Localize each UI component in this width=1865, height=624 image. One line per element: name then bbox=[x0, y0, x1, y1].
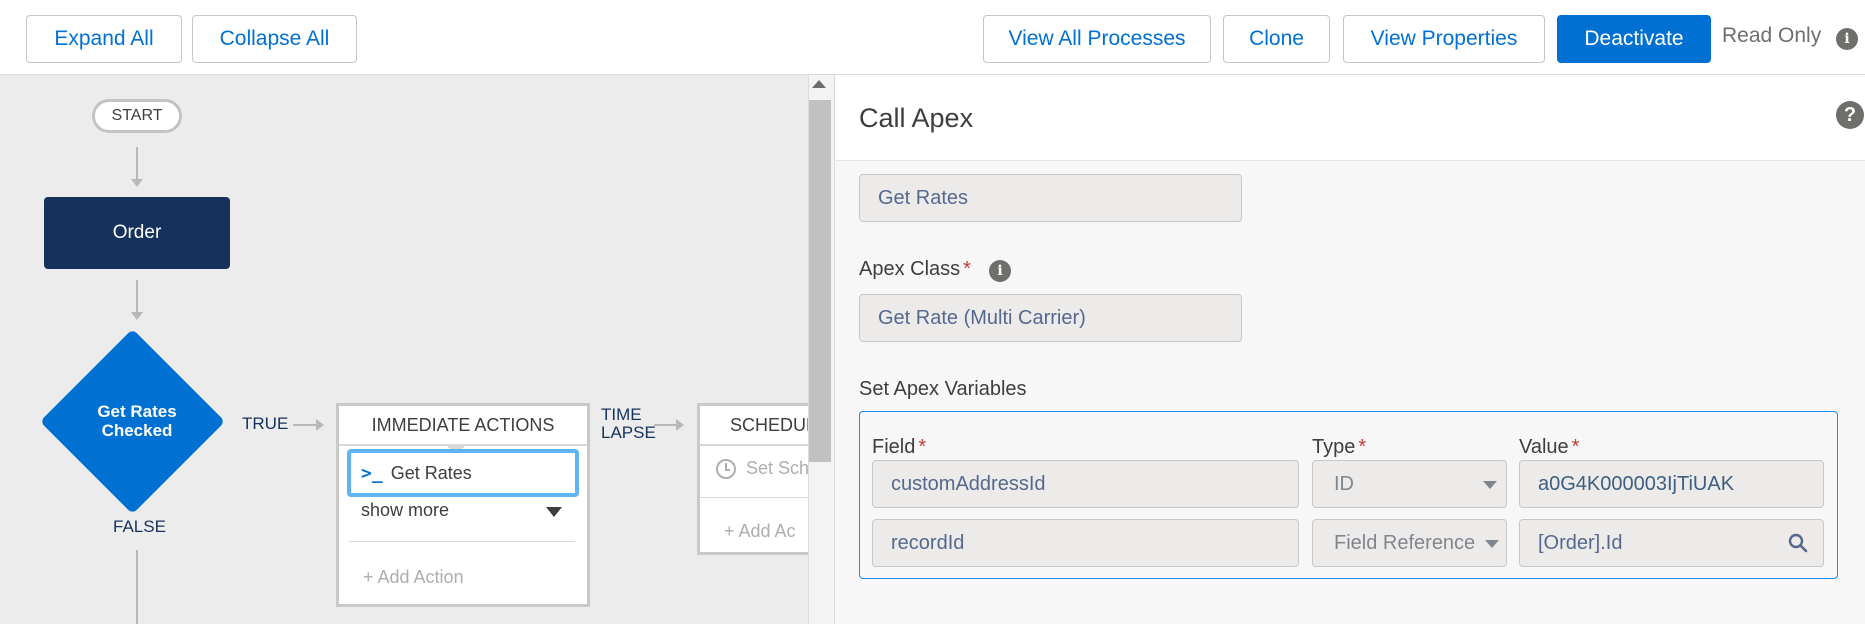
field-column-header: Field * bbox=[872, 436, 927, 458]
info-icon[interactable]: i bbox=[989, 260, 1011, 282]
help-icon[interactable]: ? bbox=[1836, 101, 1864, 129]
connector bbox=[293, 424, 318, 426]
action-set-schedule[interactable]: Set Sch bbox=[716, 458, 808, 479]
chevron-down-icon bbox=[1483, 481, 1497, 489]
expand-all-button[interactable]: Expand All bbox=[26, 15, 182, 63]
process-canvas[interactable]: START Order Get Rates Checked TRUE FALSE… bbox=[0, 75, 808, 624]
scheduled-actions-header: SCHEDUL bbox=[700, 406, 808, 446]
read-only-label: Read Only bbox=[1722, 24, 1822, 47]
add-action-link[interactable]: + Add Ac bbox=[724, 521, 796, 542]
deactivate-button[interactable]: Deactivate bbox=[1557, 15, 1711, 63]
show-more-link[interactable]: show more bbox=[361, 500, 449, 521]
type-select[interactable]: Field Reference bbox=[1312, 519, 1507, 567]
type-column-header: Type * bbox=[1312, 436, 1367, 458]
chevron-down-icon[interactable] bbox=[546, 507, 562, 517]
connector bbox=[136, 550, 138, 624]
connector bbox=[136, 280, 138, 314]
immediate-actions-header: IMMEDIATE ACTIONS bbox=[339, 406, 587, 446]
connector bbox=[654, 424, 678, 426]
toolbar: Expand All Collapse All View All Process… bbox=[0, 0, 1865, 75]
field-input[interactable]: customAddressId bbox=[872, 460, 1299, 508]
arrow-right-icon bbox=[316, 419, 324, 431]
view-properties-button[interactable]: View Properties bbox=[1343, 15, 1545, 63]
immediate-actions-group: IMMEDIATE ACTIONS >_ Get Rates show more… bbox=[336, 403, 590, 607]
add-action-link[interactable]: + Add Action bbox=[363, 567, 464, 588]
field-input[interactable]: recordId bbox=[872, 519, 1299, 567]
panel-header: Call Apex ? bbox=[835, 75, 1865, 161]
arrow-right-icon bbox=[676, 419, 684, 431]
view-all-processes-button[interactable]: View All Processes bbox=[983, 15, 1211, 63]
apex-variables-table: Field * Type * Value * customAddressId ID a… bbox=[859, 411, 1838, 579]
divider bbox=[700, 497, 808, 498]
time-lapse-label: TIME LAPSE bbox=[601, 405, 656, 442]
clock-icon bbox=[716, 458, 736, 479]
call-apex-panel: Call Apex ? Get Rates Apex Class * i Get … bbox=[834, 75, 1865, 624]
panel-title: Call Apex bbox=[859, 103, 974, 133]
start-node: START bbox=[92, 99, 182, 133]
apex-class-field[interactable]: Get Rate (Multi Carrier) bbox=[859, 294, 1242, 342]
divider bbox=[349, 541, 575, 542]
decision-label: Get Rates Checked bbox=[97, 402, 177, 440]
chevron-down-icon bbox=[1485, 540, 1499, 548]
type-select[interactable]: ID bbox=[1312, 460, 1507, 508]
clone-button[interactable]: Clone bbox=[1223, 15, 1330, 63]
arrow-down-icon bbox=[131, 179, 143, 187]
search-icon[interactable] bbox=[1788, 533, 1808, 553]
scrollbar-thumb[interactable] bbox=[809, 100, 831, 462]
scroll-up-icon[interactable] bbox=[812, 80, 826, 88]
collapse-all-button[interactable]: Collapse All bbox=[192, 15, 357, 63]
value-input[interactable]: a0G4K000003IjTiUAK bbox=[1519, 460, 1824, 508]
apex-icon: >_ bbox=[361, 462, 383, 484]
action-get-rates[interactable]: >_ Get Rates bbox=[347, 449, 579, 497]
order-criteria-node[interactable]: Order bbox=[44, 197, 230, 269]
value-column-header: Value * bbox=[1519, 436, 1580, 458]
value-input[interactable]: [Order].Id bbox=[1519, 519, 1824, 567]
scheduled-actions-group: SCHEDUL Set Sch + Add Ac bbox=[697, 403, 808, 555]
action-name-field[interactable]: Get Rates bbox=[859, 174, 1242, 222]
info-icon[interactable]: i bbox=[1836, 28, 1858, 50]
action-label: Get Rates bbox=[390, 462, 472, 483]
false-label: FALSE bbox=[113, 517, 166, 536]
true-label: TRUE bbox=[242, 414, 289, 433]
apex-class-label: Apex Class * bbox=[859, 258, 971, 280]
action-label: Set Sch bbox=[746, 458, 808, 478]
connector bbox=[136, 147, 138, 181]
arrow-down-icon bbox=[131, 312, 143, 320]
set-apex-variables-label: Set Apex Variables bbox=[859, 378, 1027, 400]
